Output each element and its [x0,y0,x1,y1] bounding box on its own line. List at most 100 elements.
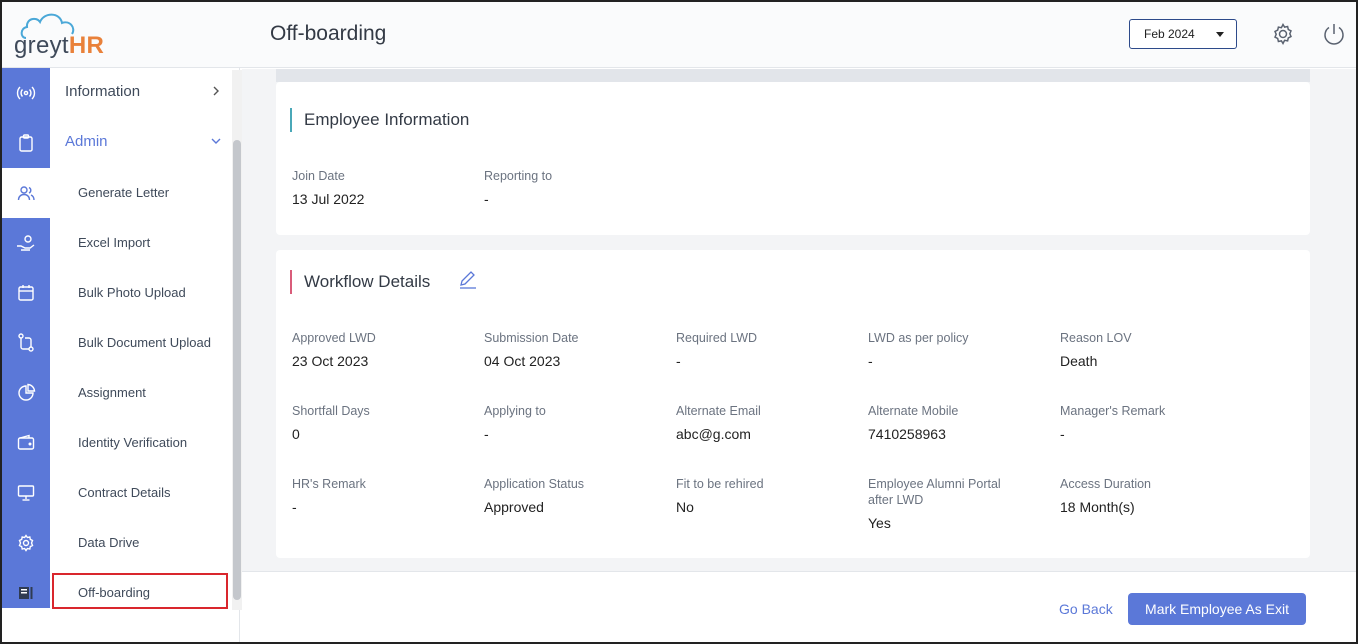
field-reason-lov: Reason LOV Death [1060,330,1240,369]
menu-item-admin[interactable]: Admin [50,118,232,168]
monitor-icon[interactable] [2,468,50,518]
employee-information-card: Employee Information Join Date 13 Jul 20… [276,82,1310,235]
field-shortfall-days: Shortfall Days 0 [292,403,472,442]
gear-icon[interactable] [1271,22,1297,48]
selection-highlight [52,573,228,609]
caret-down-icon [1216,32,1224,37]
logo-text: greytHR [14,32,105,59]
field-access-duration: Access Duration 18 Month(s) [1060,476,1240,515]
icon-rail [2,68,50,608]
admin-menu: Information Admin Generate Letter Excel … [50,68,240,642]
mark-employee-as-exit-button[interactable]: Mark Employee As Exit [1128,593,1306,625]
menu-item-label: Contract Details [78,485,171,500]
field-value: Approved [484,499,544,515]
field-value: - [676,353,681,369]
field-value: 7410258963 [868,426,946,442]
menu-item-contract-details[interactable]: Contract Details [50,468,232,518]
field-label: Shortfall Days [292,404,370,418]
field-value: 13 Jul 2022 [292,191,365,207]
field-fit-to-be-rehired: Fit to be rehired No [676,476,856,515]
card-top-strip [276,69,1310,82]
report-icon[interactable] [2,568,50,618]
menu-item-label: Generate Letter [78,185,170,200]
field-employee-alumni-portal: Employee Alumni Portal after LWD Yes [868,476,1018,531]
menu-item-information[interactable]: Information [50,68,232,118]
field-value: 23 Oct 2023 [292,353,369,369]
power-icon[interactable] [1322,22,1348,48]
calendar-icon[interactable] [2,268,50,318]
settings-cog-icon[interactable] [2,518,50,568]
field-applying-to: Applying to - [484,403,664,442]
menu-item-data-drive[interactable]: Data Drive [50,518,232,568]
field-hrs-remark: HR's Remark - [292,476,472,515]
menu-item-label: Assignment [78,385,146,400]
menu-item-label: Bulk Document Upload [78,335,211,350]
field-label: Reason LOV [1060,331,1132,345]
menu-item-generate-letter[interactable]: Generate Letter [50,168,232,218]
menu-item-identity-verification[interactable]: Identity Verification [50,418,232,468]
field-required-lwd: Required LWD - [676,330,856,369]
field-value: - [868,353,873,369]
clipboard-icon[interactable] [2,118,50,168]
field-label: Submission Date [484,331,579,345]
menu-item-label: Admin [65,133,108,150]
field-alternate-mobile: Alternate Mobile 7410258963 [868,403,1048,442]
main-content: Employee Information Join Date 13 Jul 20… [242,69,1356,571]
field-label: Required LWD [676,331,758,345]
field-value: 0 [292,426,300,442]
chevron-right-icon [213,86,219,96]
scrollbar-thumb[interactable] [233,140,241,600]
field-label: Approved LWD [292,331,376,345]
menu-item-excel-import[interactable]: Excel Import [50,218,232,268]
workflow-icon[interactable] [2,318,50,368]
app-window: greytHR Off-boarding Feb 2024 Informatio… [0,0,1358,644]
page-title: Off-boarding [270,22,387,45]
field-value: Yes [868,515,891,531]
field-label: Reporting to [484,169,553,183]
menu-item-label: Bulk Photo Upload [78,285,186,300]
menu-item-bulk-document-upload[interactable]: Bulk Document Upload [50,318,232,368]
field-lwd-as-per-policy: LWD as per policy - [868,330,1048,369]
field-label: Join Date [292,169,345,183]
menu-item-label: Excel Import [78,235,151,250]
field-label: Alternate Mobile [868,404,959,418]
field-alternate-email: Alternate Email abc@g.com [676,403,856,442]
field-label: Employee Alumni Portal after LWD [868,477,1001,507]
menu-item-label: Identity Verification [78,435,188,450]
field-join-date: Join Date 13 Jul 2022 [292,168,472,207]
hand-coin-icon[interactable] [2,218,50,268]
greythr-logo[interactable]: greytHR [14,10,144,62]
field-value: 04 Oct 2023 [484,353,561,369]
field-application-status: Application Status Approved [484,476,664,515]
top-header: greytHR Off-boarding Feb 2024 [2,2,1356,68]
menu-scrollbar[interactable] [232,70,242,610]
go-back-link[interactable]: Go Back [1059,601,1113,617]
wallet-icon[interactable] [2,418,50,468]
month-select-value: Feb 2024 [1144,27,1195,41]
card-title: Workflow Details [290,270,430,294]
field-label: Alternate Email [676,404,761,418]
edit-pencil-icon[interactable] [458,270,478,290]
menu-item-label: Information [65,83,141,100]
field-value: - [292,499,297,515]
field-value: No [676,499,694,515]
users-icon[interactable] [2,168,50,218]
field-value: - [484,191,489,207]
field-value: 18 Month(s) [1060,499,1135,515]
field-value: - [1060,426,1065,442]
menu-item-label: Data Drive [78,535,140,550]
field-label: Access Duration [1060,477,1152,491]
field-value: abc@g.com [676,426,751,442]
menu-item-bulk-photo-upload[interactable]: Bulk Photo Upload [50,268,232,318]
month-select[interactable]: Feb 2024 [1129,19,1237,49]
field-managers-remark: Manager's Remark - [1060,403,1240,442]
field-label: Applying to [484,404,546,418]
field-value: Death [1060,353,1098,369]
card-title: Employee Information [290,108,469,132]
pie-chart-icon[interactable] [2,368,50,418]
field-label: Application Status [484,477,585,491]
field-submission-date: Submission Date 04 Oct 2023 [484,330,664,369]
broadcast-icon[interactable] [2,68,50,118]
menu-item-assignment[interactable]: Assignment [50,368,232,418]
action-footer: Go Back Mark Employee As Exit [242,571,1356,642]
